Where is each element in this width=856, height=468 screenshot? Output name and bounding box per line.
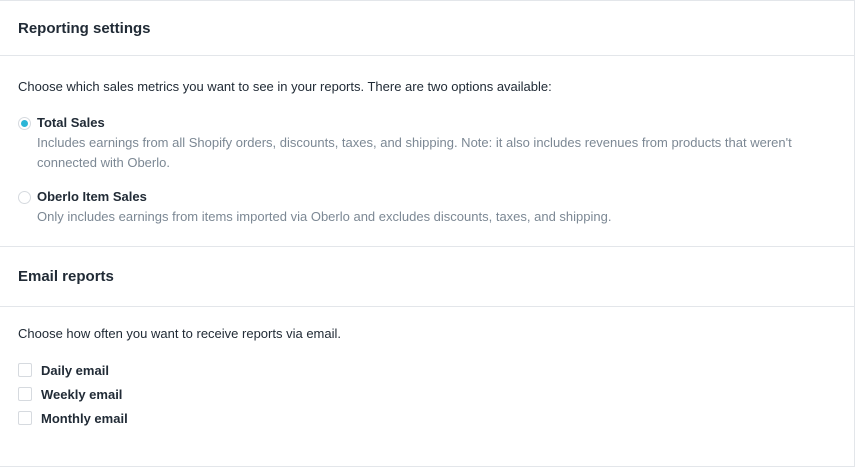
settings-card: Reporting settings Choose which sales me…	[0, 0, 855, 467]
email-reports-title: Email reports	[18, 267, 114, 285]
reporting-intro-text: Choose which sales metrics you want to s…	[18, 79, 552, 94]
total-sales-radio[interactable]	[18, 117, 31, 130]
reporting-settings-title: Reporting settings	[18, 19, 151, 37]
oberlo-item-sales-label[interactable]: Oberlo Item Sales	[37, 189, 817, 205]
total-sales-label[interactable]: Total Sales	[37, 115, 817, 131]
weekly-email-option[interactable]: Weekly email	[18, 386, 837, 402]
email-reports-section: Email reports Choose how often you want …	[0, 246, 855, 434]
weekly-email-label[interactable]: Weekly email	[41, 387, 122, 402]
monthly-email-checkbox[interactable]	[18, 411, 32, 425]
radio-option-oberlo-item-sales[interactable]: Oberlo Item Sales Only includes earnings…	[18, 189, 836, 227]
monthly-email-option[interactable]: Monthly email	[18, 410, 837, 426]
email-reports-header: Email reports	[0, 246, 855, 307]
email-reports-body: Choose how often you want to receive rep…	[0, 307, 855, 426]
oberlo-item-sales-radio[interactable]	[18, 191, 31, 204]
section-divider	[0, 246, 855, 247]
total-sales-description: Includes earnings from all Shopify order…	[37, 135, 792, 170]
reporting-settings-header: Reporting settings	[0, 1, 854, 56]
daily-email-option[interactable]: Daily email	[18, 362, 837, 378]
weekly-email-checkbox[interactable]	[18, 387, 32, 401]
daily-email-checkbox[interactable]	[18, 363, 32, 377]
email-intro-text: Choose how often you want to receive rep…	[18, 326, 342, 341]
email-frequency-list: Daily email Weekly email Monthly email	[18, 362, 837, 426]
oberlo-item-sales-description: Only includes earnings from items import…	[37, 209, 612, 224]
radio-option-total-sales[interactable]: Total Sales Includes earnings from all S…	[18, 115, 836, 173]
daily-email-label[interactable]: Daily email	[41, 363, 109, 378]
reporting-settings-body: Choose which sales metrics you want to s…	[0, 56, 854, 227]
monthly-email-label[interactable]: Monthly email	[41, 411, 128, 426]
